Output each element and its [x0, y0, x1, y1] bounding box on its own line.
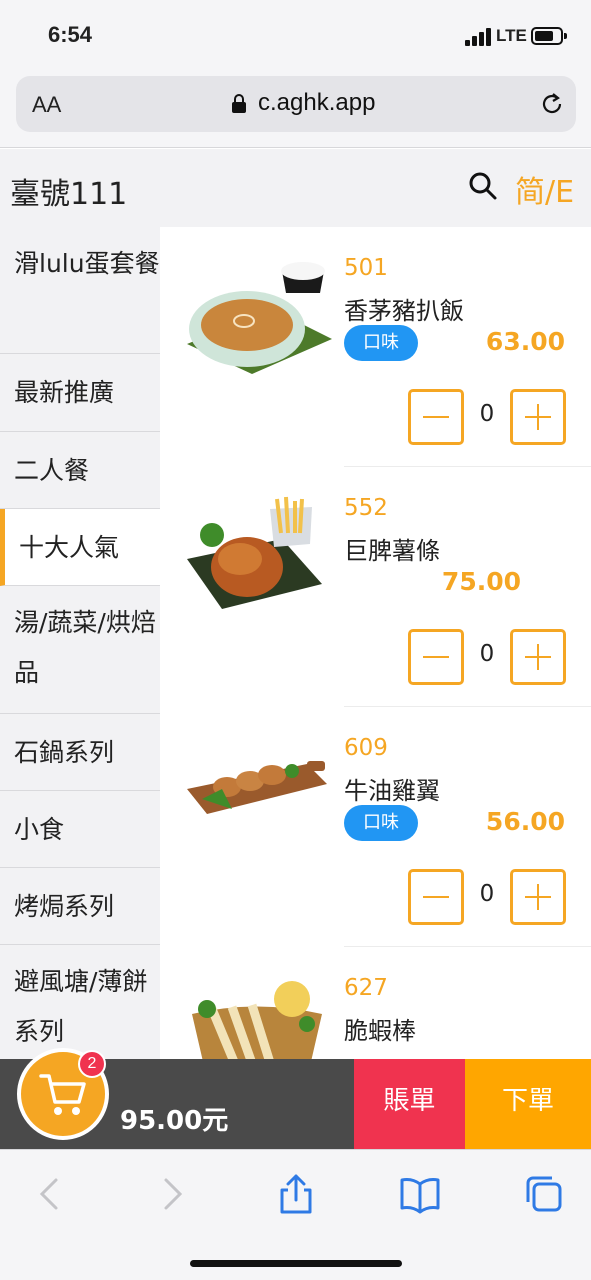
category-item[interactable]: 小食: [0, 791, 160, 868]
food-photo: [187, 496, 322, 609]
reload-icon[interactable]: [538, 90, 566, 118]
product-card: 627 脆蝦棒: [160, 947, 591, 1059]
product-code: 609: [344, 735, 388, 761]
app-header: 臺號111 简/E: [0, 149, 591, 227]
product-price: 75.00: [441, 567, 521, 596]
quantity-value: 0: [479, 401, 495, 427]
plus-button[interactable]: [510, 629, 566, 685]
minus-button[interactable]: [408, 389, 464, 445]
category-item[interactable]: 湯/蔬菜/烘焙品: [0, 586, 160, 714]
plus-button[interactable]: [510, 389, 566, 445]
product-name: 巨脾薯條: [344, 537, 440, 565]
order-button[interactable]: 下單: [465, 1059, 591, 1149]
category-item-active[interactable]: 十大人氣: [0, 509, 160, 586]
minus-button[interactable]: [408, 869, 464, 925]
share-icon[interactable]: [276, 1174, 316, 1214]
product-code: 501: [344, 255, 388, 281]
product-list: 501 香茅豬扒飯 口味 63.00 0 552 巨脾薯條 75.00 0 60…: [160, 227, 591, 1059]
product-card: 501 香茅豬扒飯 口味 63.00 0: [160, 227, 591, 467]
product-code: 552: [344, 495, 388, 521]
food-photo: [187, 262, 332, 374]
flavor-button[interactable]: 口味: [344, 805, 418, 841]
table-title: 臺號111: [10, 177, 128, 212]
text-size-button[interactable]: AA: [32, 92, 61, 118]
food-photo: [192, 981, 322, 1059]
category-item[interactable]: 滑lulu蛋套餐: [0, 227, 160, 354]
home-indicator: [190, 1260, 402, 1267]
category-sidebar: 滑lulu蛋套餐 最新推廣 二人餐 十大人氣 湯/蔬菜/烘焙品 石鍋系列 小食 …: [0, 227, 160, 1059]
lock-icon: [232, 94, 246, 113]
cart-icon: [39, 1074, 86, 1115]
cart-count-badge: 2: [78, 1050, 106, 1078]
product-card: 609 牛油雞翼 口味 56.00 0: [160, 707, 591, 947]
product-code: 627: [344, 975, 388, 1001]
product-card: 552 巨脾薯條 75.00 0: [160, 467, 591, 707]
product-name: 脆蝦棒: [344, 1017, 416, 1045]
bookmarks-icon[interactable]: [400, 1174, 440, 1214]
search-icon[interactable]: [468, 171, 498, 201]
browser-address-area: AA c.aghk.app: [0, 70, 591, 148]
cart-total: 95.00元: [120, 1106, 229, 1136]
category-item[interactable]: 二人餐: [0, 432, 160, 509]
language-toggle[interactable]: 简/E: [515, 167, 574, 211]
category-item[interactable]: 石鍋系列: [0, 714, 160, 791]
category-item[interactable]: 避風塘/薄餅系列: [0, 945, 160, 1059]
address-bar[interactable]: AA c.aghk.app: [16, 76, 576, 132]
product-name: 牛油雞翼: [344, 777, 440, 805]
clock: 6:54: [48, 22, 93, 47]
category-item[interactable]: 烤焗系列: [0, 868, 160, 945]
category-item[interactable]: 最新推廣: [0, 354, 160, 432]
quantity-value: 0: [479, 641, 495, 667]
quantity-value: 0: [479, 881, 495, 907]
back-icon[interactable]: [30, 1174, 70, 1214]
network-label: LTE: [496, 26, 527, 45]
product-price: 63.00: [485, 327, 565, 356]
status-bar: 6:54 LTE: [0, 0, 591, 70]
bill-button[interactable]: 賬單: [354, 1059, 465, 1149]
forward-icon[interactable]: [152, 1174, 192, 1214]
food-photo: [187, 761, 327, 814]
product-price: 56.00: [485, 807, 565, 836]
product-name: 香茅豬扒飯: [344, 297, 464, 325]
url-text[interactable]: c.aghk.app: [258, 89, 375, 117]
flavor-button[interactable]: 口味: [344, 325, 418, 361]
minus-button[interactable]: [408, 629, 464, 685]
signal-icon: [465, 28, 493, 46]
plus-button[interactable]: [510, 869, 566, 925]
tabs-icon[interactable]: [524, 1174, 564, 1214]
battery-icon: [531, 27, 567, 45]
